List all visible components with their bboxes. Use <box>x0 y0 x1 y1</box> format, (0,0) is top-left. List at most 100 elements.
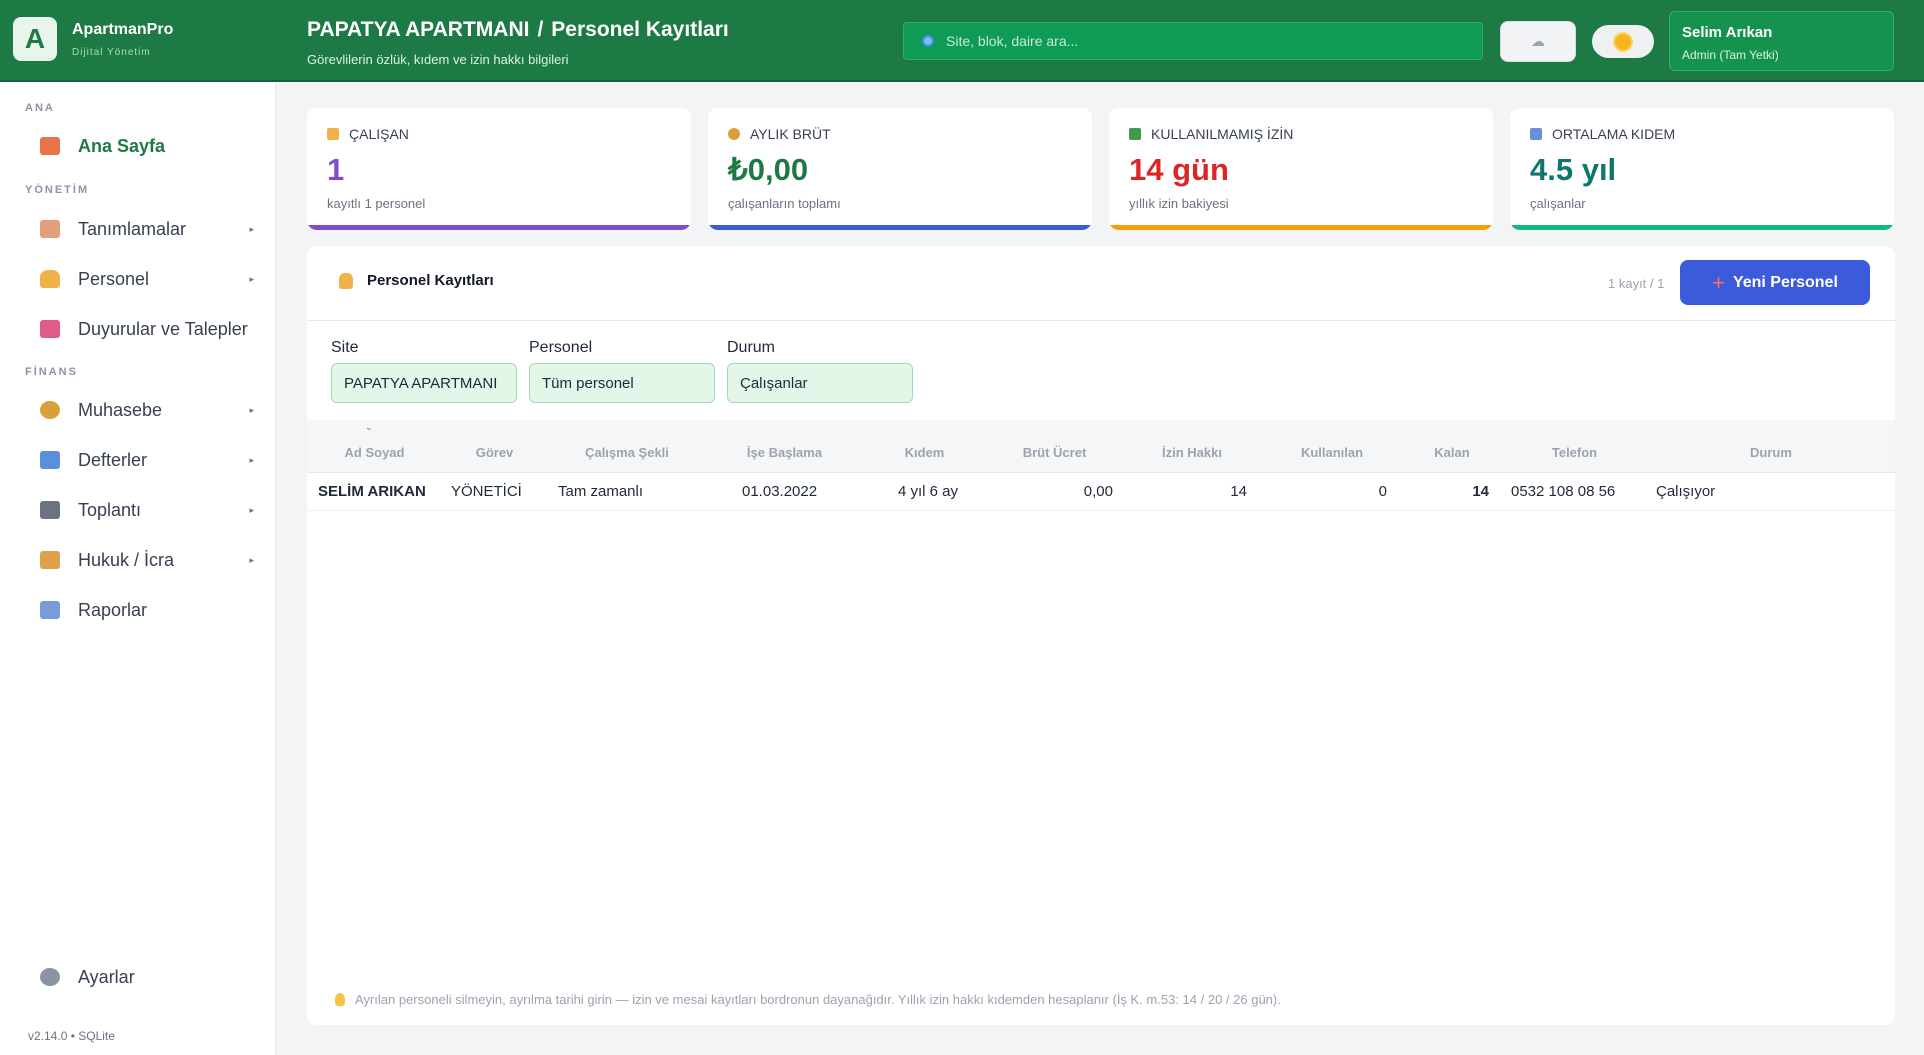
user-role: Admin (Tam Yetki) <box>1682 48 1779 62</box>
filter-durum: Durum Çalışanlar <box>727 339 913 403</box>
page-header: PAPATYA APARTMANI / Personel Kayıtları Gör… <box>307 18 729 67</box>
column-header-kidem[interactable]: Kıdem <box>862 420 987 473</box>
cell-gorev: YÖNETİCİ <box>451 482 522 500</box>
column-header-ise-baslama[interactable]: İşe Başlama <box>707 420 862 473</box>
brand-logo: A <box>13 17 57 61</box>
sidebar-item-label: Muhasebe <box>78 399 163 420</box>
stat-accent-bar <box>708 225 1092 230</box>
sidebar-item-tanimlamalar[interactable]: Tanımlamalar ▸ <box>40 214 260 244</box>
footnote-text: Ayrılan personeli silmeyin, ayrılma tari… <box>355 992 1281 1007</box>
sidebar-section-ana: ANA <box>25 102 55 114</box>
personel-panel: Personel Kayıtları 1 kayıt / 1 + Yeni Pe… <box>307 246 1895 1025</box>
sidebar-item-label: Personel <box>78 268 150 289</box>
column-header-kullanilan[interactable]: Kullanılan <box>1262 420 1402 473</box>
search-input[interactable] <box>946 33 1466 49</box>
stat-label: ORTALAMA KIDEM <box>1552 126 1676 142</box>
sidebar-item-toplanti[interactable]: Toplantı ▸ <box>40 495 260 525</box>
chevron-right-icon: ▸ <box>249 223 254 234</box>
filter-personel-label: Personel <box>529 339 593 356</box>
panel-header: Personel Kayıtları 1 kayıt / 1 + Yeni Pe… <box>307 246 1895 321</box>
user-menu[interactable]: Selim Arıkan Admin (Tam Yetki) <box>1669 11 1894 71</box>
column-header-calisma-sekli[interactable]: Çalışma Şekli <box>547 420 707 473</box>
chevron-right-icon: ▸ <box>249 554 254 565</box>
page-subtitle: Görevlilerin özlük, kıdem ve izin hakkı … <box>307 52 569 67</box>
personel-select[interactable]: Tüm personel <box>529 363 715 403</box>
record-count: 1 kayıt / 1 <box>1608 276 1665 291</box>
cell-kidem: 4 yıl 6 ay <box>898 482 959 500</box>
column-header-durum[interactable]: Durum <box>1647 420 1895 473</box>
column-header-ad-soyad[interactable]: Ad Soyad <box>307 420 442 473</box>
new-personel-button[interactable]: + Yeni Personel <box>1680 260 1870 305</box>
site-select[interactable]: PAPATYA APARTMANI <box>331 363 517 403</box>
sidebar-section-yonetim: YÖNETİM <box>25 184 90 196</box>
trend-icon <box>40 601 60 619</box>
filter-site: Site PAPATYA APARTMANI <box>331 339 517 403</box>
breadcrumb-site[interactable]: PAPATYA APARTMANI <box>307 18 529 41</box>
breadcrumb-separator: / <box>537 18 544 41</box>
cell-ise-baslama: 01.03.2022 <box>742 482 818 500</box>
column-header-brut-ucret[interactable]: Brüt Ücret <box>987 420 1122 473</box>
version-info: v2.14.0 • SQLite <box>28 1029 115 1043</box>
brand-name: ApartmanPro <box>72 20 174 38</box>
stat-card-aylik-brut: AYLIK BRÜT ₺0,00 çalışanların toplamı <box>708 108 1092 230</box>
column-header-telefon[interactable]: Telefon <box>1502 420 1647 473</box>
brand[interactable]: A ApartmanPro Dijital Yönetim <box>13 17 173 61</box>
stat-value: 14 gün <box>1129 152 1229 187</box>
person-icon <box>40 270 60 288</box>
stat-value: 1 <box>327 152 345 187</box>
chevron-right-icon: ▸ <box>249 404 254 415</box>
cloud-sync-button[interactable]: ☁ <box>1500 21 1576 62</box>
sidebar-item-ayarlar[interactable]: Ayarlar <box>40 962 260 992</box>
column-header-gorev[interactable]: Görev <box>442 420 547 473</box>
search-box[interactable] <box>903 22 1483 60</box>
filter-personel: Personel Tüm personel <box>529 339 715 403</box>
chevron-right-icon: ▸ <box>249 454 254 465</box>
durum-select[interactable]: Çalışanlar <box>727 363 913 403</box>
stat-label: ÇALIŞAN <box>349 126 409 142</box>
user-name: Selim Arıkan <box>1682 24 1773 41</box>
sidebar-item-hukuk-icra[interactable]: Hukuk / İcra ▸ <box>40 545 260 575</box>
stat-note: kayıtlı 1 personel <box>327 196 426 211</box>
sidebar-item-label: Duyurular ve Talepler <box>78 318 248 339</box>
breadcrumb-page: Personel Kayıtları <box>551 18 729 41</box>
table-row[interactable]: SELİM ARIKAN YÖNETİCİ Tam zamanlı 01.03.… <box>307 472 1895 510</box>
clapper-icon <box>40 501 60 519</box>
plus-icon: + <box>1712 269 1725 295</box>
sort-indicator-icon[interactable]: ⌄ <box>365 422 373 433</box>
gear-icon <box>40 968 60 986</box>
chart-icon <box>40 451 60 469</box>
sidebar-item-label: Raporlar <box>78 599 148 620</box>
sidebar-item-duyurular[interactable]: Duyurular ve Talepler <box>40 314 260 344</box>
sidebar-item-label: Ana Sayfa <box>78 135 166 156</box>
money-bag-icon <box>40 401 60 419</box>
sidebar-item-label: Hukuk / İcra <box>78 549 175 570</box>
sidebar-item-defterler[interactable]: Defterler ▸ <box>40 445 260 475</box>
person-icon <box>327 128 339 140</box>
panel-title: Personel Kayıtları <box>339 272 494 289</box>
column-header-izin-hakki[interactable]: İzin Hakkı <box>1122 420 1262 473</box>
cell-telefon: 0532 108 08 56 <box>1511 482 1616 500</box>
theme-toggle-button[interactable] <box>1592 25 1654 58</box>
stat-value: 4.5 yıl <box>1530 152 1617 187</box>
home-icon <box>40 137 60 155</box>
sidebar-item-muhasebe[interactable]: Muhasebe ▸ <box>40 395 260 425</box>
cell-ad-soyad[interactable]: SELİM ARIKAN <box>307 472 442 510</box>
megaphone-icon <box>40 320 60 338</box>
sidebar-item-ana-sayfa[interactable]: Ana Sayfa <box>40 131 260 161</box>
lightbulb-icon <box>335 993 345 1006</box>
cell-kalan: 14 <box>1472 482 1489 500</box>
column-header-kalan[interactable]: Kalan <box>1402 420 1502 473</box>
money-bag-icon <box>728 128 740 140</box>
cell-kullanilan: 0 <box>1378 482 1387 500</box>
stat-accent-bar <box>1109 225 1493 230</box>
search-icon <box>922 35 934 47</box>
sidebar-item-raporlar[interactable]: Raporlar <box>40 595 260 625</box>
sun-icon <box>1615 33 1631 50</box>
stat-accent-bar <box>1510 225 1894 230</box>
stat-label: AYLIK BRÜT <box>750 126 831 142</box>
sidebar-item-personel[interactable]: Personel ▸ <box>40 264 260 294</box>
palm-tree-icon <box>1129 128 1141 140</box>
stat-accent-bar <box>307 225 691 230</box>
sidebar-item-label: Tanımlamalar <box>78 218 187 239</box>
sidebar-item-label: Toplantı <box>78 499 142 520</box>
